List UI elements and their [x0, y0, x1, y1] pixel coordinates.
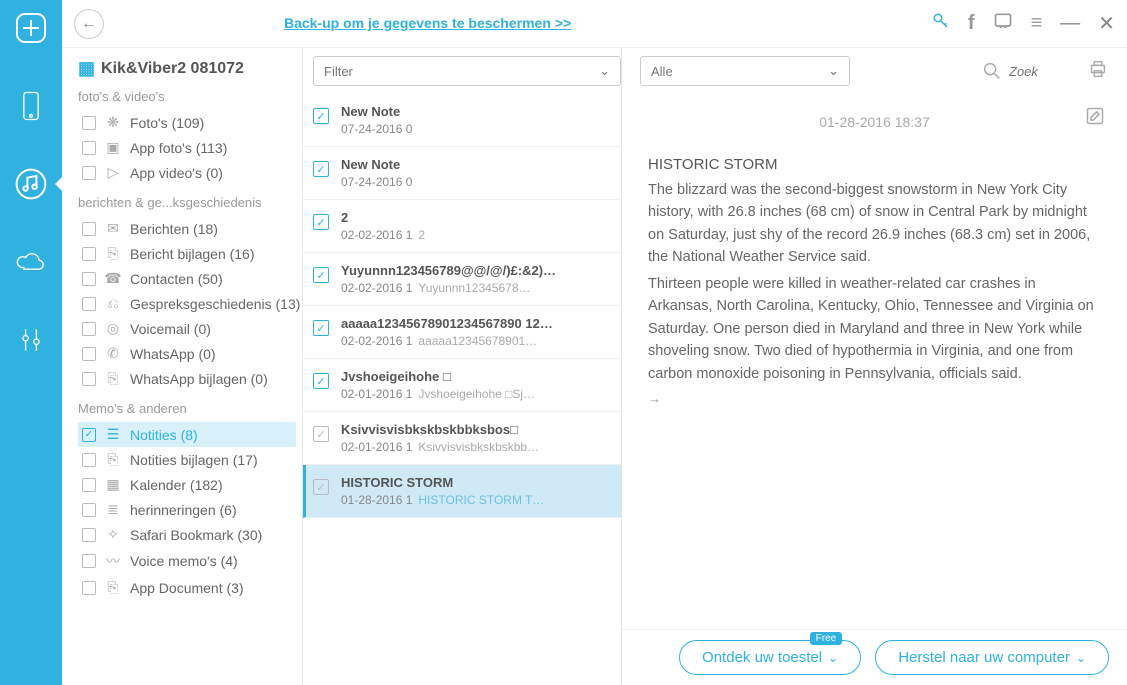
note-body: The blizzard was the second-biggest snow… — [648, 179, 1101, 409]
tree-herinneringen[interactable]: ≣herinneringen (6) — [78, 497, 302, 522]
note-date: 01-28-2016 18:37 — [648, 114, 1101, 130]
row-checkbox[interactable]: ✓ — [313, 214, 329, 230]
note-list-pane: Filter⌄ ✓ New Note 07-24-2016 0 ✓ New Note 07… — [302, 48, 622, 685]
feedback-icon[interactable] — [993, 11, 1013, 36]
row-title: 2 — [341, 210, 613, 225]
row-title: aaaaa12345678901234567890 12… — [341, 316, 613, 331]
restore-button[interactable]: Herstel naar uw computer⌄ — [875, 640, 1109, 675]
logo-icon — [11, 8, 51, 48]
note-list: ✓ New Note 07-24-2016 0 ✓ New Note 07-24-2016… — [303, 94, 621, 685]
phone-icon[interactable] — [11, 86, 51, 126]
detail-pane: Alle⌄ 01-28-2016 18:37 HISTORIC STORM Th… — [622, 48, 1127, 685]
tree-bericht-bijlagen[interactable]: ⎘Bericht bijlagen (16) — [78, 241, 302, 266]
close-button[interactable]: ✕ — [1098, 11, 1115, 36]
tree-kalender[interactable]: ▦Kalender (182) — [78, 472, 302, 497]
device-title: Kik&Viber2 081072 — [78, 58, 302, 79]
topbar: ← Back-up om je gegevens te beschermen >… — [62, 0, 1127, 48]
action-bar: Ontdek uw toestel⌄ Free Herstel naar uw … — [622, 629, 1127, 685]
row-sub: 07-24-2016 0 — [341, 122, 613, 136]
tree-contacten[interactable]: ☎Contacten (50) — [78, 266, 302, 291]
tools-icon[interactable] — [11, 320, 51, 360]
group-memos: Memo's & anderen — [78, 401, 302, 416]
tree-app-document[interactable]: ⎘App Document (3) — [78, 575, 302, 600]
tree-voice-memo[interactable]: 〰Voice memo's (4) — [78, 547, 302, 575]
tree-gesprek[interactable]: ⎌Gespreksgeschiedenis (13) — [78, 291, 302, 316]
group-msgs: berichten & ge...ksgeschiedenis — [78, 195, 302, 210]
row-checkbox[interactable]: ✓ — [313, 320, 329, 336]
free-badge: Free — [810, 632, 843, 645]
row-title: Jvshoeigeihohe □ — [341, 369, 613, 384]
row-sub: 07-24-2016 0 — [341, 175, 613, 189]
search-box[interactable] — [981, 60, 1069, 82]
continue-arrow: → — [648, 389, 1101, 409]
nav-rail — [0, 0, 62, 685]
list-item[interactable]: ✓ Ksivvisvisbkskbskbbksbos□ 02-01-2016 1Ks… — [303, 412, 621, 465]
tree-whatsapp[interactable]: ✆WhatsApp (0) — [78, 341, 302, 366]
list-item[interactable]: ✓ Yuyunnn123456789@@/@/)£:&2)… 02-02-2016 … — [303, 253, 621, 306]
print-icon[interactable] — [1087, 58, 1109, 85]
list-item[interactable]: ✓ New Note 07-24-2016 0 — [303, 147, 621, 200]
sidebar-tree: Kik&Viber2 081072 foto's & video's ❋Foto… — [62, 48, 302, 685]
row-title: Yuyunnn123456789@@/@/)£:&2)… — [341, 263, 613, 278]
promo-link[interactable]: Back-up om je gegevens te beschermen >> — [284, 15, 571, 33]
list-item[interactable]: ✓ Jvshoeigeihohe □ 02-01-2016 1Jvshoeigeih… — [303, 359, 621, 412]
tree-app-photos[interactable]: ▣App foto's (113) — [78, 135, 302, 160]
key-icon[interactable] — [932, 12, 950, 35]
filter-dropdown[interactable]: Filter⌄ — [313, 56, 621, 86]
row-sub: 02-02-2016 12 — [341, 228, 613, 242]
row-sub: 02-02-2016 1Yuyunnn12345678… — [341, 281, 613, 295]
list-item[interactable]: ✓ HISTORIC STORM 01-28-2016 1HISTORIC STOR… — [303, 465, 621, 518]
tree-safari[interactable]: ✧Safari Bookmark (30) — [78, 522, 302, 547]
tree-voicemail[interactable]: ◎Voicemail (0) — [78, 316, 302, 341]
row-title: HISTORIC STORM — [341, 475, 613, 490]
tree-berichten[interactable]: ✉Berichten (18) — [78, 216, 302, 241]
row-checkbox[interactable]: ✓ — [313, 479, 329, 495]
tree-photos[interactable]: ❋Foto's (109) — [78, 110, 302, 135]
cloud-icon[interactable] — [11, 242, 51, 282]
row-title: New Note — [341, 157, 613, 172]
tree-notities[interactable]: ✓☰Notities (8) — [78, 422, 296, 447]
tree-notities-att[interactable]: ⎘Notities bijlagen (17) — [78, 447, 302, 472]
row-sub: 01-28-2016 1HISTORIC STORM T… — [341, 493, 613, 507]
note-title: HISTORIC STORM — [648, 156, 1101, 173]
menu-icon[interactable]: ≡ — [1031, 12, 1043, 35]
music-icon[interactable] — [11, 164, 51, 204]
group-media: foto's & video's — [78, 89, 302, 104]
row-checkbox[interactable]: ✓ — [313, 267, 329, 283]
minimize-button[interactable]: — — [1060, 12, 1080, 35]
list-item[interactable]: ✓ 2 02-02-2016 12 — [303, 200, 621, 253]
list-item[interactable]: ✓ aaaaa12345678901234567890 12… 02-02-2016… — [303, 306, 621, 359]
row-checkbox[interactable]: ✓ — [313, 426, 329, 442]
row-title: Ksivvisvisbkskbskbbksbos□ — [341, 422, 613, 437]
all-dropdown[interactable]: Alle⌄ — [640, 56, 850, 86]
row-checkbox[interactable]: ✓ — [313, 373, 329, 389]
search-input[interactable] — [1009, 64, 1069, 79]
back-button[interactable]: ← — [74, 9, 104, 39]
row-title: New Note — [341, 104, 613, 119]
tree-whatsapp-att[interactable]: ⎘WhatsApp bijlagen (0) — [78, 366, 302, 391]
list-item[interactable]: ✓ New Note 07-24-2016 0 — [303, 94, 621, 147]
row-sub: 02-02-2016 1aaaaa12345678901… — [341, 334, 613, 348]
facebook-icon[interactable]: f — [968, 12, 975, 35]
row-checkbox[interactable]: ✓ — [313, 108, 329, 124]
tree-app-videos[interactable]: ▷App video's (0) — [78, 160, 302, 185]
edit-icon[interactable] — [1085, 106, 1105, 131]
row-checkbox[interactable]: ✓ — [313, 161, 329, 177]
discover-device-button[interactable]: Ontdek uw toestel⌄ Free — [679, 640, 861, 675]
row-sub: 02-01-2016 1Jvshoeigeihohe □Sj… — [341, 387, 613, 401]
row-sub: 02-01-2016 1Ksivvisvisbkskbskbb… — [341, 440, 613, 454]
